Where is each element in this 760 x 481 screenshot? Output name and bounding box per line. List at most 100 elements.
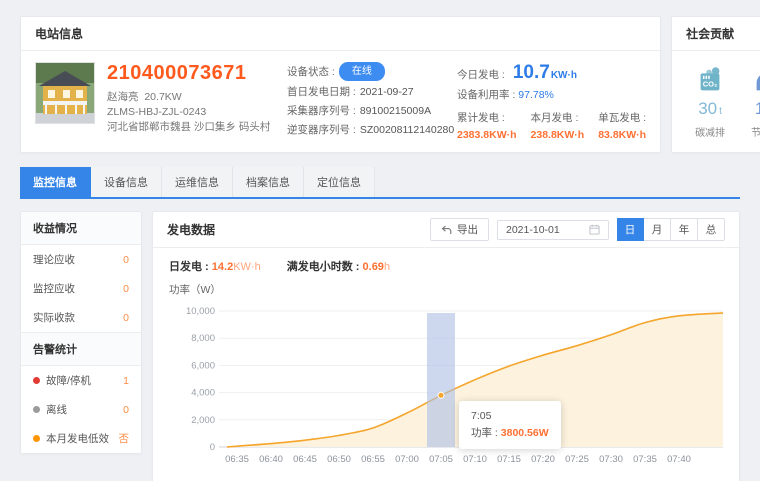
generation-data-panel: 发电数据 导出 2021-10-01 xyxy=(152,211,740,481)
social-item-co2: CO₂ 30t 碳减排 xyxy=(682,63,738,139)
generation-data-title: 发电数据 xyxy=(167,221,215,238)
generation-stat: 单瓦发电 : 83.8KW·h xyxy=(598,110,646,141)
alarm-rows: 故障/停机 1 离线 0 本月发电低效 否 xyxy=(21,366,141,453)
full-hours-label: 满发电小时数 : xyxy=(287,261,360,273)
daily-generation-value: 14.2 xyxy=(212,261,233,273)
station-field-row: 采集器序列号 : 89100215009A xyxy=(287,103,445,119)
svg-text:8,000: 8,000 xyxy=(191,333,215,344)
tab[interactable]: 监控信息 xyxy=(20,167,91,197)
today-generation-unit: KW·h xyxy=(551,70,577,81)
alarm-row: 离线 0 xyxy=(21,395,141,424)
stat-value: 238.8KW·h xyxy=(531,129,585,141)
social-item-coal: 11t 节约煤 xyxy=(738,63,760,139)
stat-value: 83.8KW·h xyxy=(598,129,646,141)
revenue-rows: 理论应收 0 监控应收 0 实际收款 0 xyxy=(21,245,141,332)
svg-text:4,000: 4,000 xyxy=(191,388,215,399)
revenue-label: 实际收款 xyxy=(33,310,75,325)
calendar-icon xyxy=(589,224,600,235)
station-address: 河北省邯郸市魏县 沙口集乡 码头村 xyxy=(107,120,275,135)
social-contribution-panel: 社会贡献 CO₂ 30t 碳减排 xyxy=(671,16,760,153)
full-hours-unit: h xyxy=(384,261,390,273)
today-generation: 今日发电 : 10.7 KW·h xyxy=(457,62,646,84)
date-picker[interactable]: 2021-10-01 xyxy=(497,220,609,240)
svg-text:07:10: 07:10 xyxy=(463,454,487,465)
coal-cart-icon xyxy=(750,65,760,95)
full-hours-value: 0.69 xyxy=(363,261,384,273)
export-label: 导出 xyxy=(457,222,478,237)
house-illustration xyxy=(36,63,94,123)
svg-text:CO₂: CO₂ xyxy=(703,80,718,89)
station-field-row: 设备状态 : 在线 xyxy=(287,62,445,81)
daily-generation-stat: 日发电 : 14.2KW·h xyxy=(169,258,261,274)
status-dot-icon xyxy=(33,377,40,384)
svg-text:06:50: 06:50 xyxy=(327,454,351,465)
station-code: ZLMS-HBJ-ZJL-0243 xyxy=(107,105,275,120)
period-label: 总 xyxy=(706,224,717,236)
svg-text:07:35: 07:35 xyxy=(633,454,657,465)
revenue-row: 实际收款 0 xyxy=(21,303,141,332)
field-value: 在线 xyxy=(339,62,385,81)
stat-value: 2383.8KW·h xyxy=(457,129,517,141)
today-generation-value: 10.7 xyxy=(513,62,550,84)
period-button[interactable]: 年 xyxy=(671,218,698,241)
svg-text:6,000: 6,000 xyxy=(191,360,215,371)
generation-stat: 累计发电 : 2383.8KW·h xyxy=(457,110,517,141)
svg-text:07:30: 07:30 xyxy=(599,454,623,465)
field-value: 89100215009A xyxy=(360,103,431,119)
svg-text:06:55: 06:55 xyxy=(361,454,385,465)
tab-label: 设备信息 xyxy=(104,177,148,189)
date-value: 2021-10-01 xyxy=(506,224,560,236)
station-info-panel: 电站信息 xyxy=(20,16,661,153)
alarm-row: 故障/停机 1 xyxy=(21,366,141,395)
station-field-row: 首日发电日期 : 2021-09-27 xyxy=(287,84,445,100)
period-button[interactable]: 月 xyxy=(644,218,671,241)
tab-label: 监控信息 xyxy=(33,177,77,189)
revenue-label: 理论应收 xyxy=(33,252,75,267)
tab-label: 定位信息 xyxy=(317,177,361,189)
utilization-value: 97.78% xyxy=(518,89,554,101)
tab[interactable]: 运维信息 xyxy=(162,167,233,197)
station-capacity: 20.7KW xyxy=(144,91,181,103)
period-button[interactable]: 日 xyxy=(617,218,644,241)
coal-value: 11t xyxy=(738,99,760,119)
svg-text:06:35: 06:35 xyxy=(225,454,249,465)
station-owner-capacity: 赵海亮 20.7KW xyxy=(107,90,275,105)
svg-text:07:00: 07:00 xyxy=(395,454,419,465)
svg-text:07:25: 07:25 xyxy=(565,454,589,465)
generation-chart[interactable]: 02,0004,0006,0008,00010,00006:3506:4006:… xyxy=(169,299,727,469)
today-generation-label: 今日发电 : xyxy=(457,67,505,82)
field-value: SZ00208112140280 xyxy=(360,122,454,138)
field-value: 2021-09-27 xyxy=(360,84,414,100)
revenue-value: 0 xyxy=(123,312,129,324)
period-label: 年 xyxy=(679,224,690,236)
revenue-row: 理论应收 0 xyxy=(21,245,141,274)
utilization: 设备利用率 : 97.78% xyxy=(457,87,646,102)
revenue-label: 监控应收 xyxy=(33,281,75,296)
tab-label: 档案信息 xyxy=(246,177,290,189)
status-dot-icon xyxy=(33,435,40,442)
daily-generation-unit: KW·h xyxy=(233,261,261,273)
tab[interactable]: 设备信息 xyxy=(91,167,162,197)
revenue-value: 0 xyxy=(123,254,129,266)
field-label: 设备状态 : xyxy=(287,64,335,80)
co2-label: 碳减排 xyxy=(682,124,738,139)
owner-name: 赵海亮 xyxy=(107,91,139,103)
svg-text:07:20: 07:20 xyxy=(531,454,555,465)
period-button[interactable]: 总 xyxy=(698,218,725,241)
alarm-label: 本月发电低效 xyxy=(46,431,109,446)
top-row: 电站信息 xyxy=(20,16,740,153)
export-button[interactable]: 导出 xyxy=(430,218,489,241)
export-arrow-icon xyxy=(441,225,452,235)
utilization-label: 设备利用率 : xyxy=(457,89,515,101)
field-label: 逆变器序列号 : xyxy=(287,122,356,138)
station-photo xyxy=(35,62,95,124)
stat-label: 本月发电 : xyxy=(531,110,585,125)
tab[interactable]: 定位信息 xyxy=(304,167,375,197)
revenue-row: 监控应收 0 xyxy=(21,274,141,303)
generation-stats: 累计发电 : 2383.8KW·h 本月发电 : 238.8KW·h 单瓦发电 … xyxy=(457,110,646,141)
tab[interactable]: 档案信息 xyxy=(233,167,304,197)
svg-text:07:05: 07:05 xyxy=(429,454,453,465)
stat-label: 单瓦发电 : xyxy=(598,110,646,125)
field-label: 采集器序列号 : xyxy=(287,103,356,119)
alarm-label: 故障/停机 xyxy=(46,373,91,388)
